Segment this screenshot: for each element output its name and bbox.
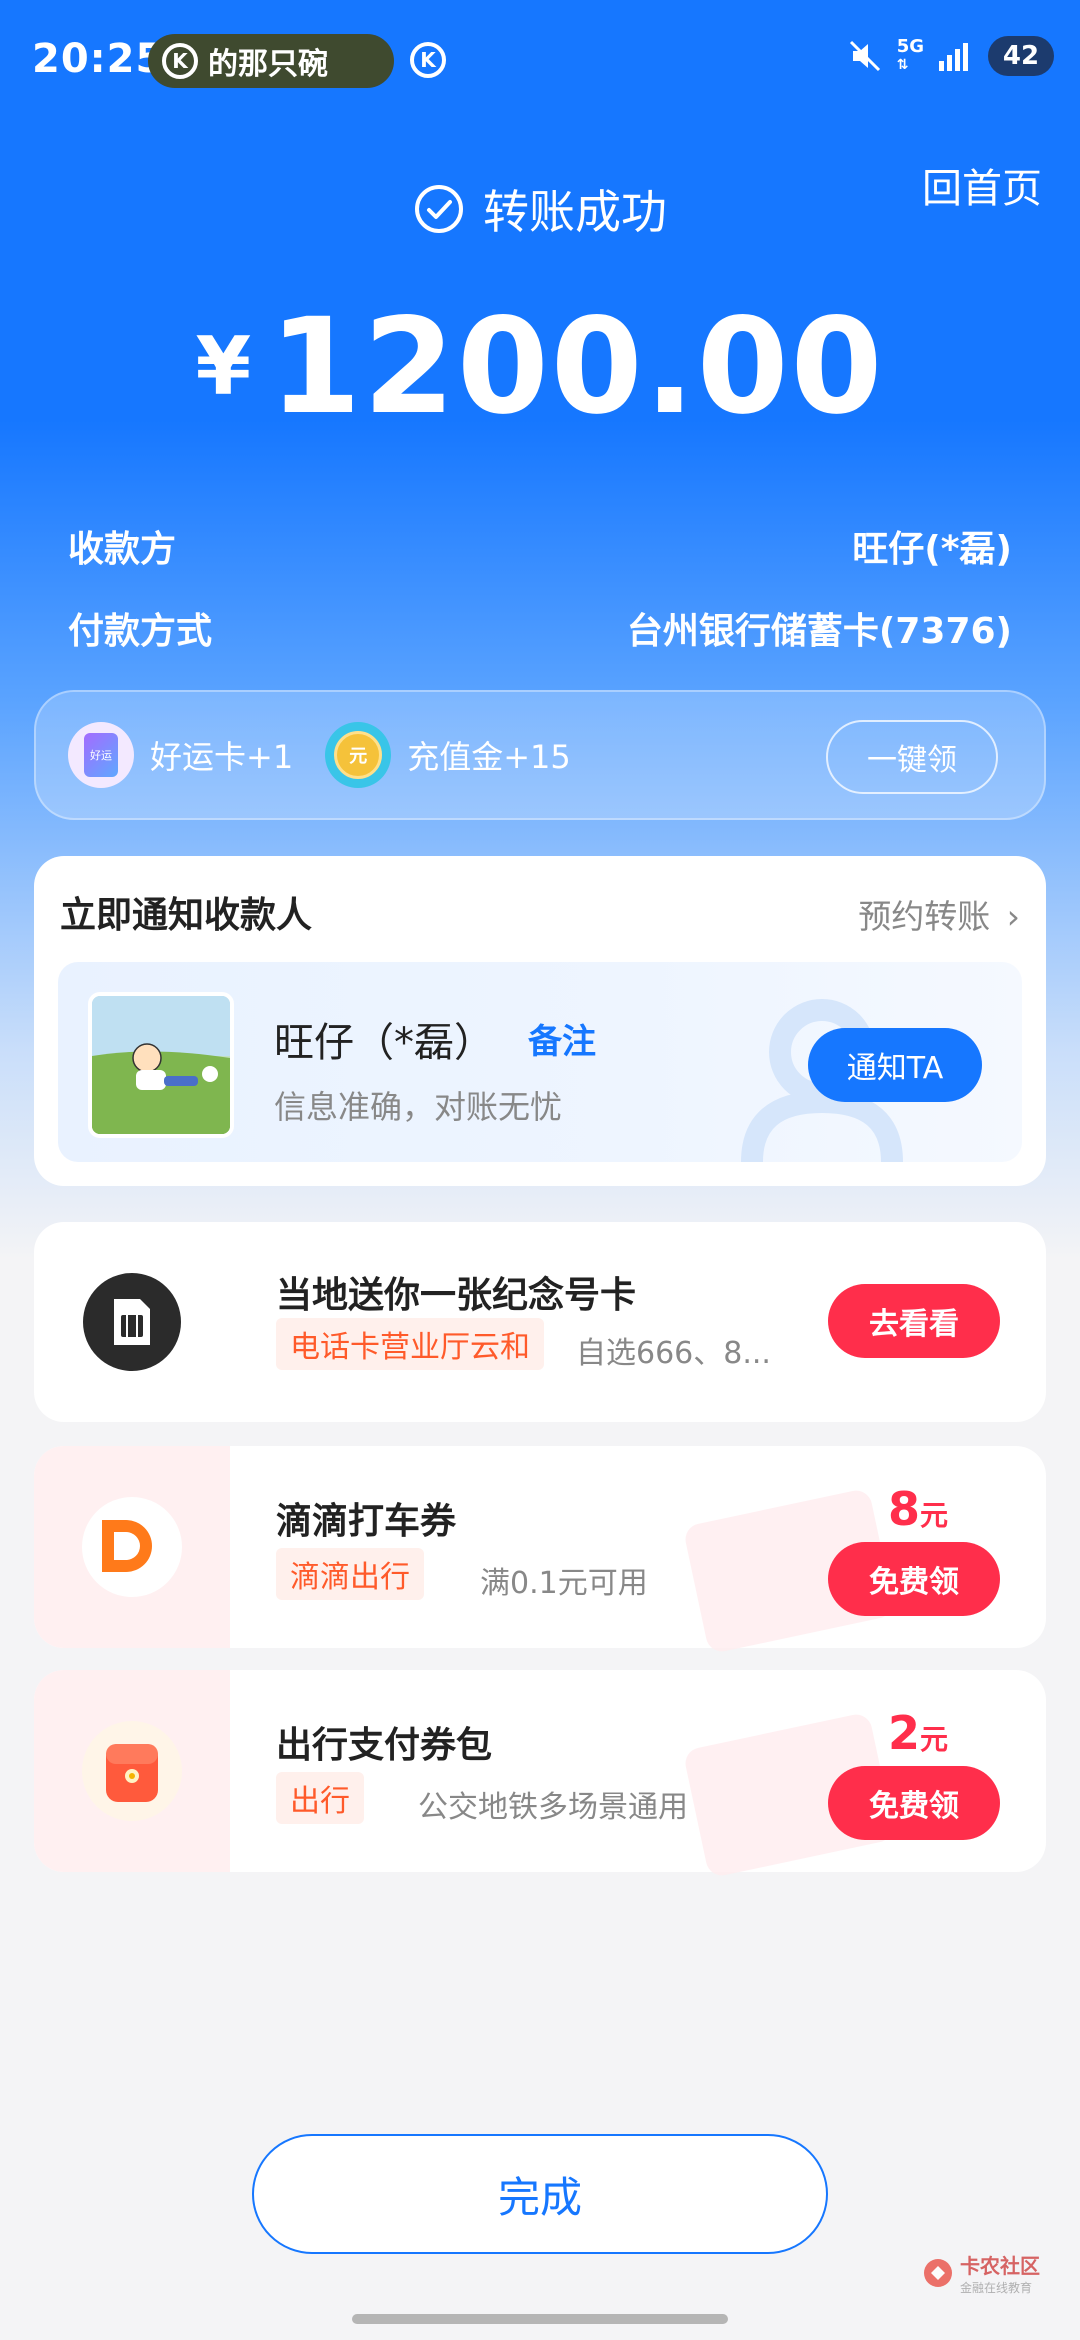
payee-name: 旺仔（*磊） [274,1020,494,1066]
add-note-link[interactable]: 备注 [528,1014,596,1063]
home-indicator[interactable] [352,2314,728,2324]
watermark-subtitle: 金融在线教育 [960,2281,1033,2295]
luck-card-icon: 好运 [68,722,134,788]
status-time: 20:25 [32,36,165,82]
done-button[interactable]: 完成 [252,2134,828,2254]
notification-pill-text: 的那只碗 [208,47,328,82]
sim-card-icon [83,1273,181,1371]
promo-desc: 公交地铁多场景通用 [418,1790,688,1825]
didi-logo-icon [82,1497,182,1597]
promo-title: 当地送你一张纪念号卡 [276,1275,637,1316]
amount-value: 1200.00 [269,290,885,444]
status-indicators: 5G ⇅ 42 [847,36,1054,76]
mute-icon [849,40,880,72]
claim-coupon-button[interactable]: 免费领 [828,1542,1000,1616]
payee-box: 旺仔（*磊） 备注 信息准确，对账无忧 通知TA [58,962,1022,1162]
promo-icon-area [34,1446,230,1648]
k-app-icon: K [162,43,198,79]
promo-icon-area [34,1670,230,1872]
recharge-reward: 元 充值金+15 [325,722,571,788]
payment-method-label: 付款方式 [68,611,213,652]
payee-label: 收款方 [68,529,177,570]
claim-all-button[interactable]: 一键领 [826,720,998,794]
luck-card-reward: 好运 好运卡+1 [68,722,293,788]
view-promo-button[interactable]: 去看看 [828,1284,1000,1358]
recharge-label: 充值金+15 [407,738,571,776]
payment-method-row: 付款方式 台州银行储蓄卡(7376) [68,602,1012,654]
promo-card[interactable]: 出行支付券包 出行 公交地铁多场景通用 2元 免费领 [34,1670,1046,1879]
signal-icon [939,43,968,71]
promo-title: 出行支付券包 [276,1725,493,1766]
gold-coin-icon: 元 [325,722,392,788]
watermark-title: 卡农社区 [960,2254,1040,2278]
k-app-icon-secondary: K [410,42,446,78]
rewards-bar: 好运 好运卡+1 元 充值金+15 一键领 [34,690,1046,820]
network-type: 5G ⇅ [896,36,924,74]
check-circle-icon [415,185,463,233]
chevron-right-icon: › [1006,897,1020,936]
currency-symbol: ¥ [195,320,252,413]
notify-payee-button[interactable]: 通知TA [808,1028,982,1102]
watermark: 卡农社区 金融在线教育 [922,2250,1040,2296]
promo-tag: 出行 [276,1772,364,1824]
payee-subtitle: 信息准确，对账无忧 [274,1088,563,1126]
payee-avatar [88,992,234,1138]
battery-indicator: 42 [988,36,1054,76]
promo-price: 2元 [887,1706,948,1760]
payee-row: 收款方 旺仔(*磊) [68,520,1012,572]
kanong-logo-icon [924,2259,952,2287]
promo-card[interactable]: 滴滴打车券 滴滴出行 满0.1元可用 8元 免费领 [34,1446,1046,1655]
claim-coupon-button[interactable]: 免费领 [828,1766,1000,1840]
promo-tag: 滴滴出行 [276,1548,424,1600]
success-text: 转账成功 [483,185,667,239]
promo-title: 滴滴打车券 [276,1501,457,1542]
success-status: 转账成功 [0,176,1080,242]
schedule-transfer-link[interactable]: 预约转账 › [858,890,1020,938]
promo-tag: 电话卡营业厅云和 [276,1318,544,1370]
promo-desc: 满0.1元可用 [480,1566,648,1601]
payee-value: 旺仔(*磊) [852,529,1012,570]
promo-icon-area [34,1222,230,1422]
notify-title: 立即通知收款人 [60,895,313,936]
luck-card-label: 好运卡+1 [150,738,294,776]
promo-desc: 自选666、8... [576,1336,771,1371]
status-bar: 20:25 K 的那只碗 K 5G ⇅ 42 [0,0,1080,120]
promo-card[interactable]: 当地送你一张纪念号卡 电话卡营业厅云和 自选666、8... 去看看 [34,1222,1046,1422]
payment-method-value: 台州银行储蓄卡(7376) [626,611,1012,652]
notify-card: 立即通知收款人 预约转账 › 旺仔（*磊） 备注 信息准确，对账无忧 通知TA [34,856,1046,1186]
transfer-amount: ¥1200.00 [0,290,1080,444]
wallet-bag-icon [82,1721,182,1821]
app-notification-pill[interactable]: K 的那只碗 [148,34,394,88]
promo-price: 8元 [887,1482,948,1536]
